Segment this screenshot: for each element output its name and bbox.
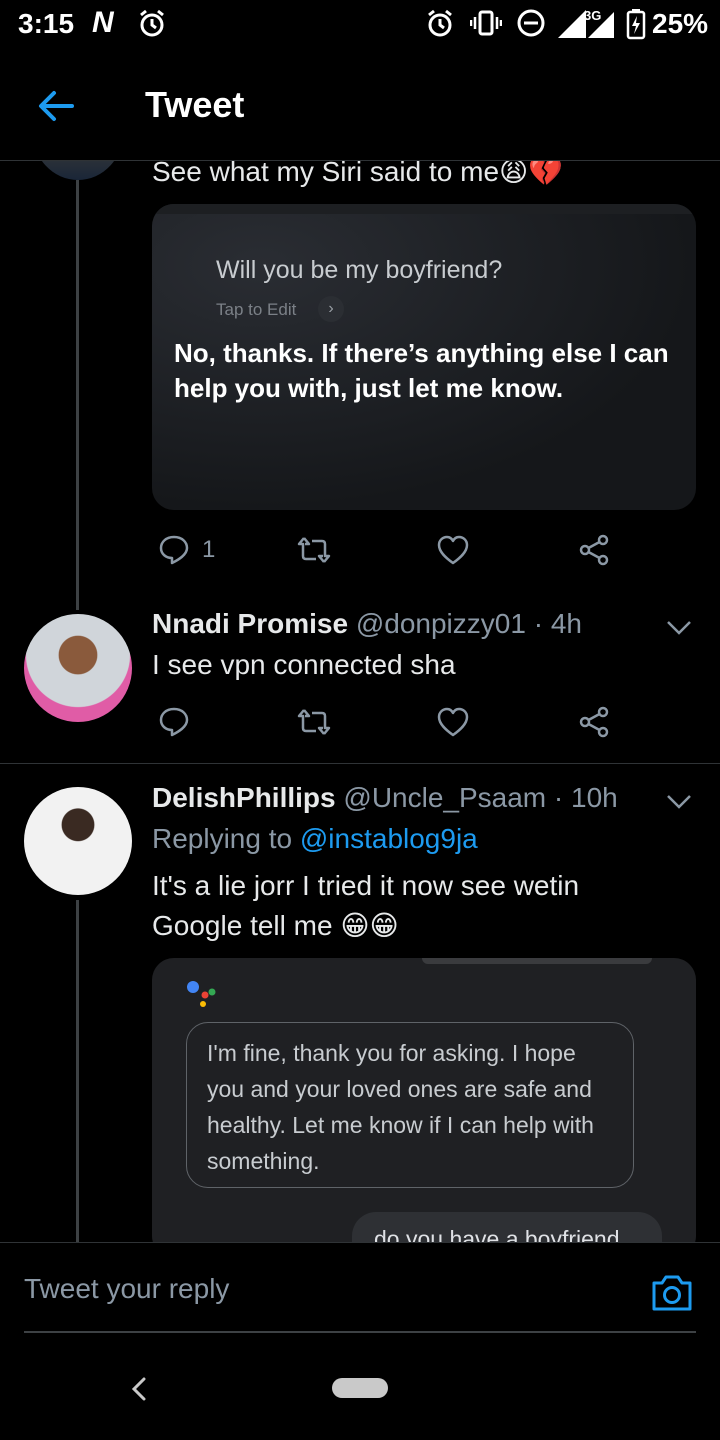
tweet-text: It's a lie jorr I tried it now see wetin… — [152, 866, 579, 946]
app-header: Tweet — [0, 60, 720, 161]
meta-separator: · — [525, 608, 551, 639]
replying-to-link[interactable]: @instablog9ja — [300, 823, 478, 854]
thread-line — [76, 180, 79, 610]
reply-button[interactable] — [158, 702, 190, 742]
tweet-text: I see vpn connected sha — [152, 649, 456, 680]
replying-prefix: Replying to — [152, 823, 300, 854]
screenshot-status-strip — [152, 204, 696, 214]
tweet-image[interactable]: Will you be my boyfriend? Tap to Edit › … — [152, 204, 696, 510]
user-handle[interactable]: @donpizzy01 — [356, 608, 526, 639]
network-type: 3G — [584, 8, 602, 23]
battery-percent: 25% — [652, 8, 709, 39]
do-not-disturb-icon — [517, 9, 545, 37]
reply-button[interactable]: 1 — [158, 530, 215, 570]
nav-back-icon[interactable] — [126, 1374, 152, 1404]
avatar[interactable] — [24, 614, 132, 722]
display-name[interactable]: Nnadi Promise — [152, 608, 348, 639]
tweet-time: 4h — [550, 608, 582, 639]
heart-icon — [437, 707, 469, 737]
retweet-button[interactable] — [296, 702, 332, 742]
siri-answer: No, thanks. If there’s anything else I c… — [174, 338, 669, 403]
tweet-text-line: Google tell me 😁😁 — [152, 910, 399, 941]
tweet-actions — [152, 702, 622, 742]
reply-input-underline — [24, 1331, 696, 1333]
system-nav-bar — [0, 1336, 720, 1440]
home-pill[interactable] — [332, 1378, 388, 1398]
like-button[interactable] — [436, 702, 470, 742]
tweet-actions: 1 — [152, 530, 622, 570]
chevron-down-icon[interactable] — [664, 786, 694, 816]
tweet-image[interactable]: I'm fine, thank you for asking. I hope y… — [152, 958, 696, 1242]
tweet-time: 10h — [571, 782, 618, 813]
meta-separator: · — [546, 782, 572, 813]
retweet-button[interactable] — [296, 530, 332, 570]
google-assistant-icon — [187, 981, 216, 1007]
vibrate-icon — [470, 10, 502, 36]
page-title: Tweet — [145, 84, 245, 125]
siri-tap-to-edit: Tap to Edit — [216, 300, 297, 319]
reply-bar: Tweet your reply — [0, 1242, 720, 1335]
chevron-down-icon[interactable] — [664, 612, 694, 642]
retweet-icon — [297, 537, 331, 563]
heart-icon — [437, 535, 469, 565]
alarm-icon — [428, 9, 452, 37]
avatar[interactable] — [24, 787, 132, 895]
status-time: 3:15 — [18, 8, 75, 39]
user-query: do you have a boyfriend — [374, 1226, 620, 1242]
tweet-text: See what my Siri said to me😩💔 — [152, 160, 564, 187]
reply-count: 1 — [202, 536, 216, 563]
display-name[interactable]: DelishPhillips — [152, 782, 336, 813]
screenshot-top-strip — [422, 958, 652, 964]
camera-icon[interactable] — [650, 1273, 694, 1313]
retweet-icon — [297, 709, 331, 735]
reply-icon — [159, 707, 189, 737]
siri-question: Will you be my boyfriend? — [216, 256, 503, 284]
replying-to: Replying to @instablog9ja — [152, 823, 478, 855]
user-handle[interactable]: @Uncle_Psaam — [343, 782, 546, 813]
thread-line — [76, 900, 79, 1242]
tweet-thread: See what my Siri said to me😩💔 Will you b… — [0, 160, 720, 1242]
share-icon — [579, 706, 609, 738]
reply-input[interactable]: Tweet your reply — [24, 1273, 229, 1305]
like-button[interactable] — [436, 530, 470, 570]
reply-icon — [159, 535, 189, 565]
tweet-meta: DelishPhillips @Uncle_Psaam · 10h — [152, 782, 618, 814]
share-icon — [579, 534, 609, 566]
carrier-badge: N — [92, 6, 114, 39]
tweet-text-line: It's a lie jorr I tried it now see wetin — [152, 870, 580, 901]
assistant-reply: I'm fine, thank you for asking. I hope y… — [207, 1040, 594, 1174]
user-query-bubble: do you have a boyfriend — [352, 1212, 662, 1242]
divider — [0, 763, 720, 764]
assistant-bubble: I'm fine, thank you for asking. I hope y… — [186, 1022, 634, 1188]
tweet-meta: Nnadi Promise @donpizzy01 · 4h — [152, 608, 582, 640]
status-bar: 3:15 N 3G 25% — [0, 0, 720, 50]
avatar[interactable] — [32, 160, 124, 180]
share-button[interactable] — [578, 702, 610, 742]
back-arrow-icon[interactable] — [34, 84, 78, 128]
battery-charging-icon — [626, 9, 646, 40]
chevron-right-icon: › — [318, 296, 344, 322]
share-button[interactable] — [578, 530, 610, 570]
alarm-icon — [140, 9, 164, 37]
